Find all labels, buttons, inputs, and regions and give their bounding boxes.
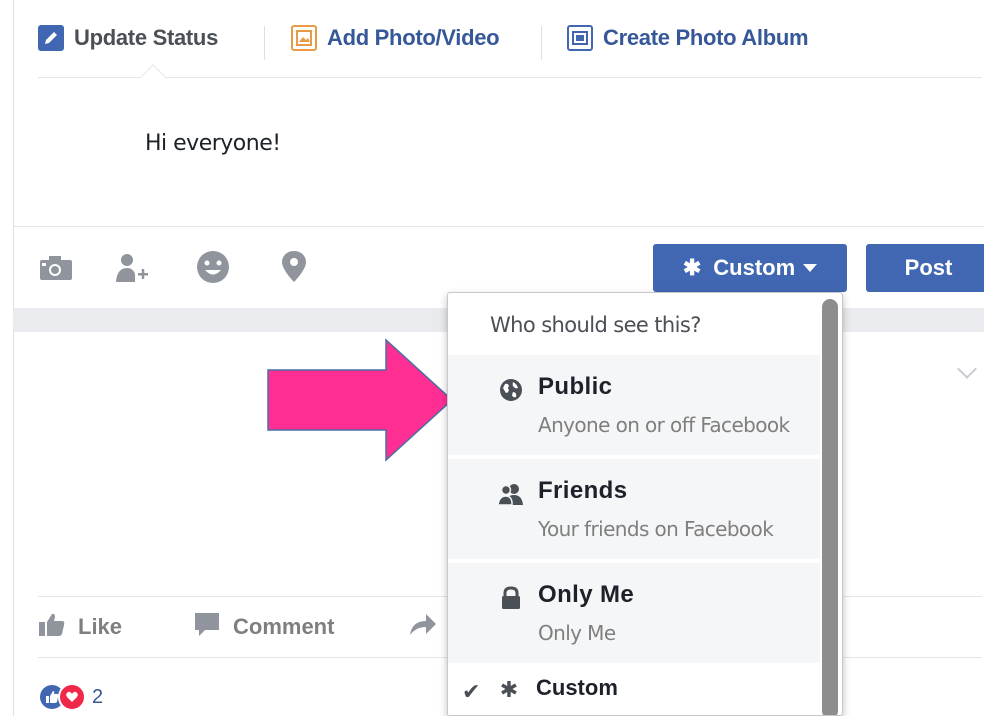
album-icon	[567, 25, 593, 51]
pencil-icon	[38, 25, 64, 51]
like-label: Like	[78, 614, 123, 639]
option-title: Public	[538, 373, 613, 400]
thumbs-up-icon	[38, 611, 66, 643]
option-description: Anyone on or off Facebook	[538, 413, 790, 437]
comment-label: Comment	[233, 614, 335, 639]
location-icon[interactable]	[276, 249, 312, 285]
pink-arrow-annotation	[267, 338, 454, 462]
camera-icon[interactable]	[38, 249, 74, 285]
active-tab-indicator	[140, 64, 166, 90]
status-composer: Update Status Add Photo/Video Create Pho…	[13, 0, 984, 308]
menu-header: Who should see this?	[490, 313, 701, 337]
option-title: Only Me	[538, 581, 635, 608]
love-reaction-icon	[58, 683, 86, 711]
checkmark-icon: ✔	[462, 679, 481, 704]
lock-icon	[498, 585, 524, 611]
audience-dropdown-menu: Who should see this? Public Anyone on or…	[447, 292, 843, 716]
photo-icon	[291, 25, 317, 51]
tag-friends-icon[interactable]	[113, 249, 149, 285]
tab-divider	[541, 26, 542, 60]
post-button[interactable]: Post	[866, 244, 984, 292]
option-title: Friends	[538, 477, 628, 504]
tab-label: Create Photo Album	[603, 25, 809, 50]
tab-add-photo-video[interactable]: Add Photo/Video	[291, 22, 500, 54]
share-arrow-icon	[408, 611, 438, 643]
gear-icon: ✱	[499, 677, 519, 702]
audience-option-only-me[interactable]: Only Me Only Me	[448, 563, 820, 663]
tab-label: Update Status	[74, 25, 219, 50]
reactions-summary[interactable]: 2	[38, 680, 103, 714]
option-title: Custom	[536, 675, 618, 700]
feeling-icon[interactable]	[195, 249, 231, 285]
audience-selector-button[interactable]: ✱ Custom	[653, 244, 847, 292]
tab-label: Add Photo/Video	[327, 25, 500, 50]
reaction-count: 2	[92, 685, 104, 708]
tab-divider	[264, 26, 265, 60]
option-description: Only Me	[538, 621, 616, 645]
comment-button[interactable]: Comment	[193, 611, 334, 643]
globe-icon	[498, 377, 524, 403]
audience-label: Custom	[713, 255, 796, 280]
comment-icon	[193, 611, 221, 643]
gear-icon: ✱	[682, 255, 702, 280]
audience-option-friends[interactable]: Friends Your friends on Facebook	[448, 459, 820, 559]
option-description: Your friends on Facebook	[538, 517, 774, 541]
like-button[interactable]: Like	[38, 611, 122, 643]
tab-create-photo-album[interactable]: Create Photo Album	[567, 22, 809, 54]
status-textbox[interactable]: Hi everyone!	[145, 131, 281, 156]
friends-icon	[498, 481, 524, 507]
share-button[interactable]	[408, 611, 450, 643]
composer-tabs: Update Status Add Photo/Video Create Pho…	[38, 0, 982, 90]
menu-scrollbar[interactable]	[822, 299, 838, 715]
audience-option-public[interactable]: Public Anyone on or off Facebook	[448, 355, 820, 455]
chevron-down-icon[interactable]	[957, 359, 977, 379]
caret-down-icon	[803, 264, 818, 272]
audience-option-custom[interactable]: ✔ ✱ Custom	[448, 665, 820, 715]
tab-update-status[interactable]: Update Status	[38, 22, 218, 54]
